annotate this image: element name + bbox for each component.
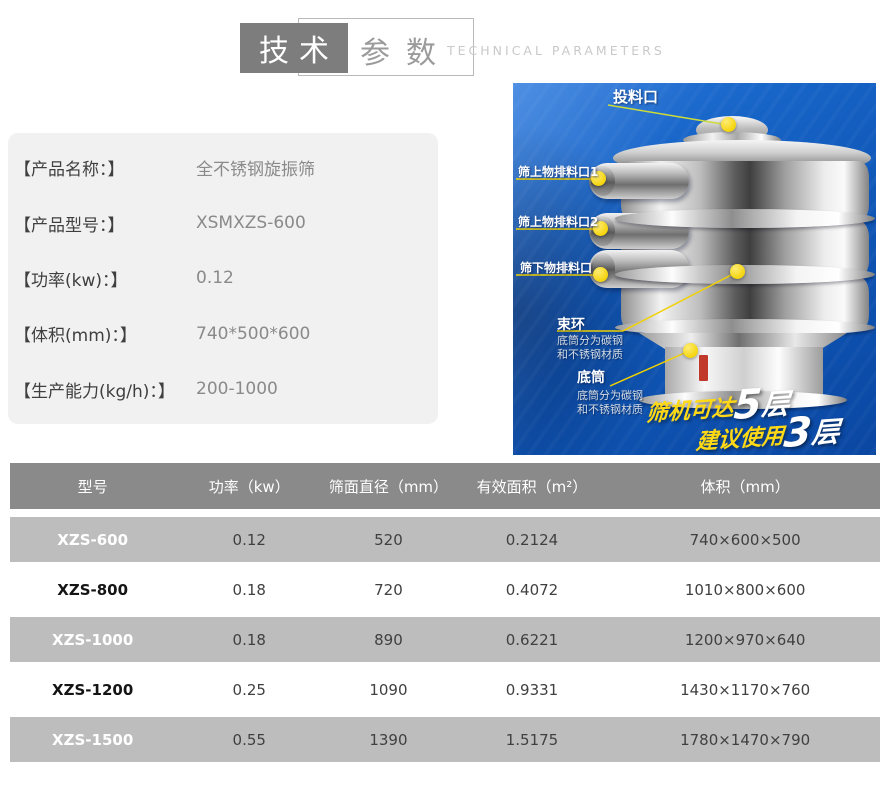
volume-cell: 1780×1470×790	[610, 731, 880, 749]
product-parameters-page: 技术 参数 TECHNICAL PARAMETERS 【产品名称：】 全不锈钢旋…	[0, 0, 891, 789]
product-image: 投料口 筛上物排料口1 筛上物排料口2 筛下物排料口 束环 底筒分为碳钢 和不锈…	[513, 83, 876, 455]
volume-cell: 1200×970×640	[610, 631, 880, 649]
info-value: 740*500*600	[192, 324, 310, 344]
slogan2-number: 3	[782, 409, 813, 455]
info-label: 【产品型号：】	[14, 211, 192, 236]
base-note-line2: 和不锈钢材质	[577, 403, 643, 417]
base-note-line1: 底筒分为碳钢	[577, 389, 643, 403]
clamp-note-line1: 底筒分为碳钢	[557, 334, 623, 348]
callout-undersize-outlet: 筛下物排料口	[520, 259, 592, 276]
callout-dot-inlet	[721, 117, 736, 132]
model-cell: XZS-600	[10, 531, 175, 549]
clamp-note-line2: 和不锈钢材质	[557, 348, 623, 362]
table-row: XZS-1200 0.25 1090 0.9331 1430×1170×760	[10, 667, 880, 712]
callout-inlet: 投料口	[613, 86, 658, 107]
callout-clamp-note: 底筒分为碳钢 和不锈钢材质	[557, 334, 623, 362]
spec-table: 型号 功率（kw） 筛面直径（mm） 有效面积（m²） 体积（mm） XZS-6…	[10, 463, 880, 767]
slogan2-prefix: 建议使用	[695, 424, 785, 455]
model-cell: XZS-1000	[10, 631, 175, 649]
info-label: 【产品名称：】	[14, 155, 192, 180]
table-row: XZS-600 0.12 520 0.2124 740×600×500	[10, 517, 880, 562]
callout-dot-clamp	[730, 264, 745, 279]
machine-rim-2	[615, 265, 875, 284]
table-row: XZS-1500 0.55 1390 1.5175 1780×1470×790	[10, 717, 880, 762]
area-cell: 0.4072	[454, 581, 611, 599]
callout-dot-base	[683, 343, 698, 358]
power-cell: 0.12	[175, 531, 323, 549]
diameter-cell: 1390	[323, 731, 454, 749]
info-row-power: 【功率(kw)：】 0.12	[14, 251, 432, 306]
info-value: 0.12	[192, 268, 234, 288]
model-cell: XZS-1500	[10, 731, 175, 749]
power-cell: 0.25	[175, 681, 323, 699]
info-row-volume: 【体积(mm)：】 740*500*600	[14, 306, 432, 361]
info-row-name: 【产品名称：】 全不锈钢旋振筛	[14, 140, 432, 195]
callout-clamp-ring: 束环	[557, 314, 585, 334]
info-row-capacity: 【生产能力(kg/h)：】 200-1000	[14, 362, 432, 417]
area-cell: 1.5175	[454, 731, 611, 749]
volume-cell: 1430×1170×760	[610, 681, 880, 699]
volume-cell: 740×600×500	[610, 531, 880, 549]
col-header-power: 功率（kw）	[175, 476, 323, 497]
col-header-area: 有效面积（m²）	[454, 476, 611, 497]
diameter-cell: 1090	[323, 681, 454, 699]
area-cell: 0.9331	[454, 681, 611, 699]
table-row: XZS-1000 0.18 890 0.6221 1200×970×640	[10, 617, 880, 662]
callout-oversize-outlet-1: 筛上物排料口1	[518, 163, 598, 180]
info-label: 【生产能力(kg/h)：】	[14, 377, 192, 402]
power-cell: 0.55	[175, 731, 323, 749]
col-header-diameter: 筛面直径（mm）	[323, 476, 454, 497]
diameter-cell: 720	[323, 581, 454, 599]
machine-red-sticker	[699, 355, 708, 381]
diameter-cell: 520	[323, 531, 454, 549]
col-header-model: 型号	[10, 476, 175, 497]
volume-cell: 1010×800×600	[610, 581, 880, 599]
power-cell: 0.18	[175, 581, 323, 599]
callout-base-note: 底筒分为碳钢 和不锈钢材质	[577, 389, 643, 417]
callout-oversize-outlet-2: 筛上物排料口2	[518, 213, 598, 230]
callout-base-cylinder: 底筒	[577, 367, 605, 387]
table-header-row: 型号 功率（kw） 筛面直径（mm） 有效面积（m²） 体积（mm）	[10, 463, 880, 509]
power-cell: 0.18	[175, 631, 323, 649]
title-subtitle: TECHNICAL PARAMETERS	[447, 43, 665, 58]
slogan2-suffix: 层	[810, 415, 840, 450]
info-value: 全不锈钢旋振筛	[192, 155, 315, 180]
machine-rim-1	[615, 209, 875, 228]
diameter-cell: 890	[323, 631, 454, 649]
area-cell: 0.6221	[454, 631, 611, 649]
table-row: XZS-800 0.18 720 0.4072 1010×800×600	[10, 567, 880, 612]
info-label: 【体积(mm)：】	[14, 321, 192, 346]
area-cell: 0.2124	[454, 531, 611, 549]
title-right-text: 参数	[360, 28, 452, 72]
model-cell: XZS-1200	[10, 681, 175, 699]
product-info-panel: 【产品名称：】 全不锈钢旋振筛 【产品型号：】 XSMXZS-600 【功率(k…	[8, 133, 438, 424]
title-left-box: 技术	[240, 23, 348, 73]
model-cell: XZS-800	[10, 581, 175, 599]
info-value: XSMXZS-600	[192, 213, 306, 233]
callout-dot-under	[593, 267, 608, 282]
col-header-volume: 体积（mm）	[610, 476, 880, 497]
info-value: 200-1000	[192, 379, 278, 399]
title-left-text: 技术	[259, 26, 339, 70]
info-row-model: 【产品型号：】 XSMXZS-600	[14, 195, 432, 250]
info-label: 【功率(kw)：】	[14, 266, 192, 291]
